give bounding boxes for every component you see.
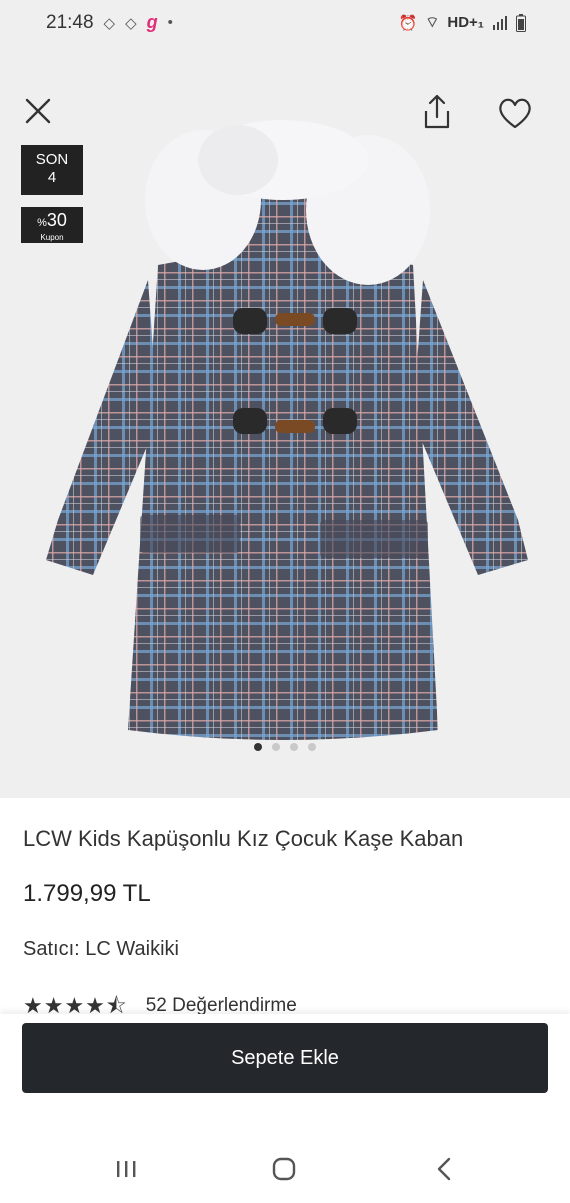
- rating-stars-icon: ★★★★⯪: [23, 995, 128, 1015]
- product-image: [46, 120, 528, 740]
- seller-label: Satıcı:: [23, 938, 80, 960]
- signal-icon: [493, 16, 507, 30]
- wifi-icon: ⌔: [425, 14, 440, 31]
- product-image-gallery[interactable]: SON 4 %30 Kupon: [0, 45, 570, 798]
- pager-dot[interactable]: [290, 743, 298, 751]
- rating-row[interactable]: ★★★★⯪ 52 Değerlendirme: [23, 995, 553, 1015]
- home-icon[interactable]: [272, 1157, 296, 1181]
- seller-name[interactable]: LC Waikiki: [85, 938, 179, 960]
- image-pager[interactable]: [0, 743, 570, 751]
- share-icon[interactable]: [420, 93, 454, 131]
- bottom-action-bar: Sepete Ekle: [0, 1014, 570, 1126]
- alarm-icon: ⏰: [398, 14, 418, 32]
- app-notification-icon: g: [146, 12, 158, 32]
- status-left: 21:48 ◇ ◇ g •: [46, 12, 173, 34]
- add-to-cart-button[interactable]: Sepete Ekle: [22, 1023, 548, 1093]
- heart-icon[interactable]: [496, 95, 534, 131]
- recent-apps-icon[interactable]: [114, 1159, 138, 1179]
- status-right: ⏰ ⌔ HD+₁: [399, 13, 526, 32]
- notification-icon: ◇: [103, 14, 116, 32]
- close-icon[interactable]: [22, 95, 54, 127]
- network-type: HD+₁: [447, 14, 484, 31]
- coupon-percent-sign: %: [37, 217, 47, 229]
- back-icon[interactable]: [435, 1156, 453, 1182]
- rating-count[interactable]: 52 Değerlendirme: [146, 995, 297, 1015]
- battery-icon: [516, 13, 526, 32]
- status-bar: 21:48 ◇ ◇ g • ⏰ ⌔ HD+₁: [0, 0, 570, 45]
- coupon-percent: %30: [21, 210, 83, 233]
- pager-dot[interactable]: [272, 743, 280, 751]
- notification-icon: ◇: [125, 14, 137, 32]
- coupon-badge: %30 Kupon: [21, 207, 83, 243]
- stock-badge-count: 4: [47, 169, 57, 186]
- coupon-label: Kupon: [40, 233, 64, 242]
- system-navigation-bar: [0, 1126, 570, 1203]
- product-title: LCW Kids Kapüşonlu Kız Çocuk Kaşe Kaban: [23, 826, 464, 851]
- status-time: 21:48: [46, 11, 94, 33]
- more-notifications-icon: •: [167, 14, 173, 31]
- pager-dot[interactable]: [254, 743, 262, 751]
- coupon-percent-value: 30: [46, 210, 67, 230]
- seller-info[interactable]: Satıcı: LC Waikiki: [23, 938, 179, 961]
- stock-badge: SON 4: [21, 145, 83, 195]
- stock-badge-label: SON: [35, 151, 69, 168]
- pager-dot[interactable]: [308, 743, 316, 751]
- product-price: 1.799,99 TL: [23, 880, 151, 907]
